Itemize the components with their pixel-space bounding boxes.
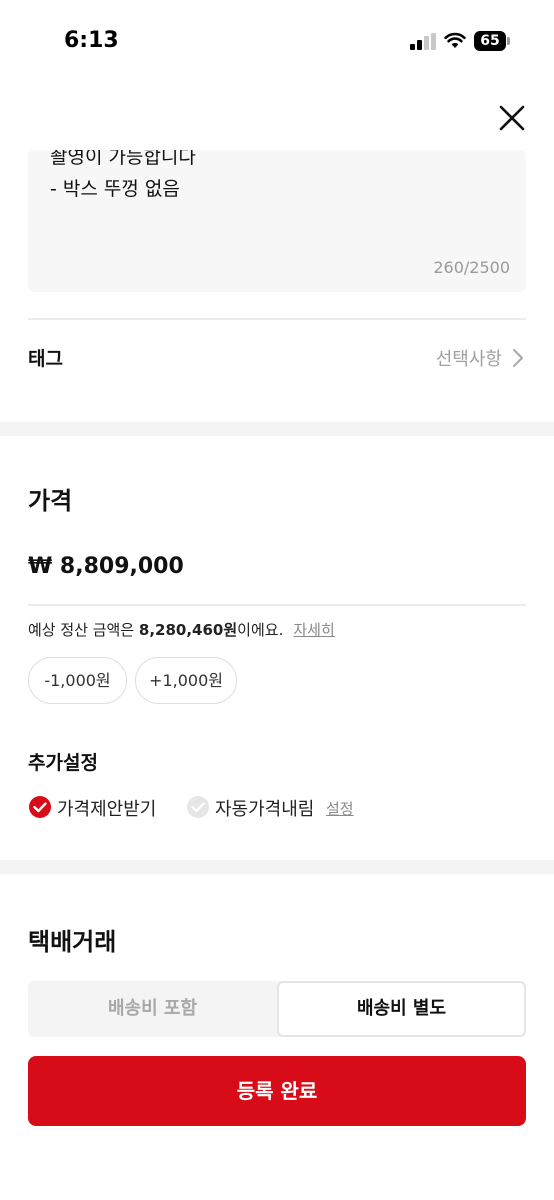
- settlement-amount: 8,280,460원: [138, 621, 238, 639]
- description-char-counter: 260/2500: [433, 258, 510, 277]
- settlement-text: 예상 정산 금액은 8,280,460원이에요. 자세히: [28, 619, 335, 640]
- price-value: ₩ 8,809,000: [28, 554, 184, 579]
- battery-level: 65: [474, 31, 506, 51]
- section-separator: [0, 860, 554, 874]
- cellular-signal-icon: [410, 33, 436, 50]
- auto-price-drop-settings-link[interactable]: 설정: [326, 798, 354, 819]
- extra-settings-title: 추가설정: [28, 752, 98, 774]
- tag-row[interactable]: 태그 선택사항: [28, 320, 526, 394]
- section-separator: [0, 422, 554, 436]
- status-time: 6:13: [64, 28, 119, 53]
- submit-button[interactable]: 등록 완료: [28, 1056, 526, 1126]
- settlement-prefix: 예상 정산 금액은: [28, 621, 139, 639]
- shipping-separate-option[interactable]: 배송비 별도: [277, 981, 526, 1037]
- price-section-title: 가격: [28, 487, 73, 515]
- settlement-detail-link[interactable]: 자세히: [293, 621, 334, 639]
- wifi-icon: [444, 32, 466, 48]
- unchecked-circle-icon: [187, 796, 209, 818]
- price-input[interactable]: ₩ 8,809,000: [28, 550, 526, 606]
- settlement-suffix: 이에요.: [237, 621, 284, 639]
- description-line: 촬영이 가능합니다: [50, 150, 196, 168]
- close-icon[interactable]: [494, 100, 530, 136]
- price-underline: [28, 604, 526, 606]
- tag-value: 선택사항: [435, 349, 502, 370]
- shipping-included-option[interactable]: 배송비 포함: [28, 981, 277, 1037]
- tag-label: 태그: [28, 348, 63, 370]
- checked-circle-icon: [29, 796, 51, 818]
- price-minus-button[interactable]: -1,000원: [28, 657, 127, 704]
- description-textarea[interactable]: 촬영이 가능합니다 - 박스 뚜껑 없음 260/2500: [28, 150, 526, 292]
- price-plus-button[interactable]: +1,000원: [135, 657, 237, 704]
- description-line: - 박스 뚜껑 없음: [50, 178, 180, 200]
- battery-icon: 65: [474, 31, 510, 51]
- shipping-fee-toggle: 배송비 포함 배송비 별도: [28, 981, 526, 1037]
- auto-price-drop-checkbox[interactable]: 자동가격내림: [186, 794, 326, 820]
- option-label: 자동가격내림: [215, 799, 315, 820]
- option-label: 가격제안받기: [57, 799, 157, 820]
- price-offer-checkbox[interactable]: 가격제안받기: [28, 794, 168, 820]
- status-bar: 6:13 65: [0, 0, 554, 84]
- chevron-right-icon: [513, 349, 523, 367]
- shipping-section-title: 택배거래: [28, 928, 117, 956]
